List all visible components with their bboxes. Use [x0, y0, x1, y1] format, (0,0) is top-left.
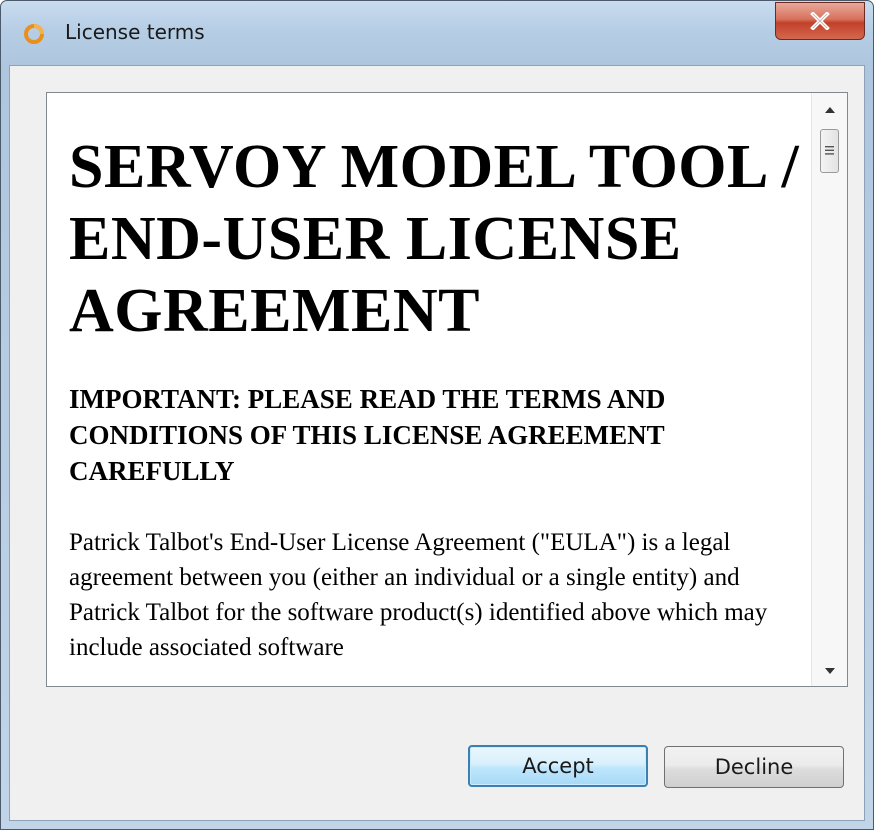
decline-button[interactable]: Decline: [664, 746, 844, 788]
vertical-scrollbar[interactable]: [811, 93, 847, 686]
window-title: License terms: [65, 20, 205, 44]
scroll-thumb-grip-icon: [825, 142, 834, 160]
scroll-up-button[interactable]: [812, 93, 847, 125]
scroll-down-button[interactable]: [812, 654, 847, 686]
servoy-logo-icon: [23, 23, 45, 45]
license-subheading: IMPORTANT: PLEASE READ THE TERMS AND CON…: [69, 384, 666, 486]
license-content: SERVOY MODEL TOOL / END-USER LICENSE AGR…: [69, 93, 809, 665]
license-text-pane[interactable]: SERVOY MODEL TOOL / END-USER LICENSE AGR…: [46, 92, 848, 687]
close-button[interactable]: [775, 2, 865, 40]
license-paragraph: Patrick Talbot's End-User License Agreem…: [69, 529, 768, 661]
dialog-body: SERVOY MODEL TOOL / END-USER LICENSE AGR…: [9, 65, 865, 821]
license-heading: SERVOY MODEL TOOL / END-USER LICENSE AGR…: [69, 133, 800, 345]
scroll-thumb[interactable]: [820, 129, 839, 173]
title-bar[interactable]: License terms: [1, 1, 873, 65]
scroll-up-arrow-icon: [824, 100, 835, 118]
accept-button[interactable]: Accept: [468, 745, 648, 787]
license-dialog-window: License terms SERVOY MODEL TOOL / END-US…: [0, 0, 874, 830]
scroll-down-arrow-icon: [824, 661, 835, 679]
close-icon: [810, 12, 830, 30]
